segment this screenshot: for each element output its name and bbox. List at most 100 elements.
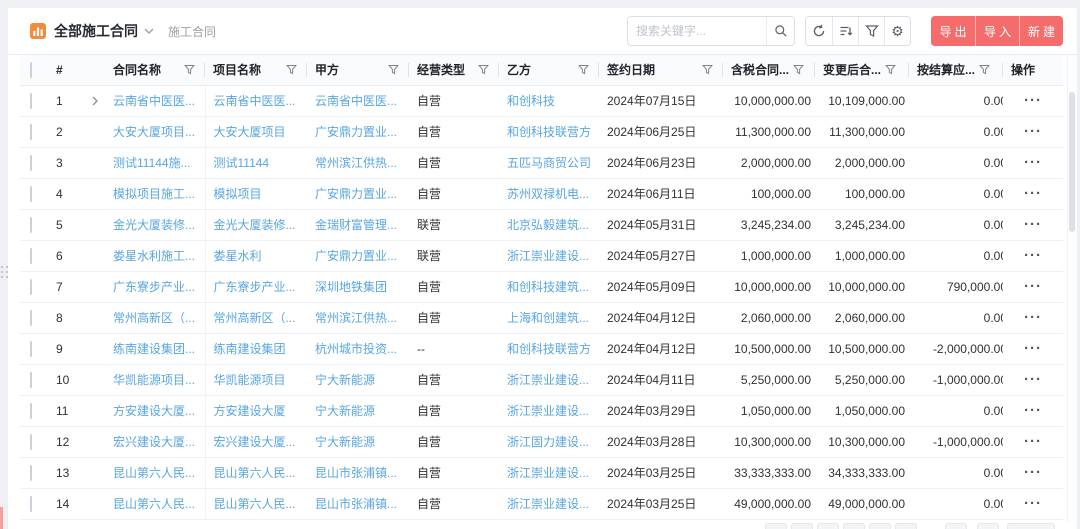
- party_a-link[interactable]: 常州滨江供热...: [315, 154, 401, 171]
- row-actions-button[interactable]: ···: [1024, 158, 1042, 168]
- filter-funnel-icon[interactable]: [885, 64, 896, 75]
- project_name-link[interactable]: 金光大厦装修...: [214, 216, 300, 233]
- row-actions-button[interactable]: ···: [1024, 96, 1042, 106]
- row-checkbox[interactable]: [30, 465, 32, 481]
- project_name-link[interactable]: 宏兴建设大厦...: [214, 433, 300, 450]
- party_b-link[interactable]: 浙江崇业建设...: [507, 371, 591, 388]
- row-actions-button[interactable]: ···: [1024, 251, 1042, 261]
- row-actions-button[interactable]: ···: [1024, 313, 1042, 323]
- party_a-link[interactable]: 金瑞财富管理...: [315, 216, 401, 233]
- search-icon[interactable]: [766, 17, 794, 45]
- pagination-pagesize-stub[interactable]: [1007, 523, 1055, 529]
- row-actions-button[interactable]: ···: [1024, 282, 1042, 292]
- row-actions-button[interactable]: ···: [1024, 499, 1042, 509]
- party_a-link[interactable]: 云南省中医医...: [315, 92, 401, 109]
- party_b-link[interactable]: 浙江崇业建设...: [507, 464, 591, 481]
- row-actions-button[interactable]: ···: [1024, 437, 1042, 447]
- row-checkbox[interactable]: [30, 434, 32, 450]
- project_name-link[interactable]: 娄星水利: [214, 247, 300, 264]
- filter-funnel-icon[interactable]: [388, 64, 399, 75]
- contract_name-link[interactable]: 常州高新区（...: [113, 309, 197, 326]
- select-all-checkbox[interactable]: [30, 62, 32, 78]
- pagination-button-stub[interactable]: [791, 523, 813, 529]
- party_b-link[interactable]: 和创科技建筑...: [507, 278, 591, 295]
- row-checkbox[interactable]: [30, 279, 32, 295]
- filter-funnel-icon[interactable]: [702, 64, 713, 75]
- contract_name-link[interactable]: 昆山第六人民...: [113, 495, 197, 512]
- project_name-link[interactable]: 练南建设集团: [214, 340, 300, 357]
- contract_name-link[interactable]: 华凯能源项目...: [113, 371, 197, 388]
- party_b-link[interactable]: 浙江固力建设...: [507, 433, 591, 450]
- project_name-link[interactable]: 昆山第六人民...: [214, 464, 300, 481]
- sort-button[interactable]: [832, 17, 858, 45]
- chevron-down-icon[interactable]: [144, 28, 154, 35]
- project_name-link[interactable]: 广东寮步产业...: [214, 278, 300, 295]
- search-input[interactable]: [628, 17, 766, 45]
- settings-gear-icon[interactable]: ⚙: [884, 17, 910, 45]
- filter-funnel-icon[interactable]: [478, 64, 489, 75]
- expand-row-icon[interactable]: [91, 96, 99, 106]
- pagination-button-stub[interactable]: [843, 523, 865, 529]
- contract_name-link[interactable]: 测试11144施...: [113, 154, 197, 171]
- contract_name-link[interactable]: 大安大厦项目...: [113, 123, 197, 140]
- row-checkbox[interactable]: [30, 496, 32, 512]
- pagination-button-stub[interactable]: [895, 523, 917, 529]
- filter-funnel-icon[interactable]: [286, 64, 297, 75]
- filter-funnel-icon[interactable]: [793, 64, 804, 75]
- refresh-button[interactable]: [806, 17, 832, 45]
- row-checkbox[interactable]: [30, 248, 32, 264]
- project_name-link[interactable]: 云南省中医医...: [214, 92, 300, 109]
- contract_name-link[interactable]: 广东寮步产业...: [113, 278, 197, 295]
- party_b-link[interactable]: 浙江崇业建设...: [507, 495, 591, 512]
- row-checkbox[interactable]: [30, 186, 32, 202]
- row-actions-button[interactable]: ···: [1024, 220, 1042, 230]
- contract_name-link[interactable]: 昆山第六人民...: [113, 464, 197, 481]
- create-button[interactable]: 新建: [1019, 16, 1063, 46]
- pagination-button-stub[interactable]: [765, 523, 787, 529]
- pagination-button-stub[interactable]: [977, 523, 999, 529]
- row-actions-button[interactable]: ···: [1024, 406, 1042, 416]
- party_b-link[interactable]: 和创科技联营方: [507, 340, 591, 357]
- row-checkbox[interactable]: [30, 372, 32, 388]
- row-checkbox[interactable]: [30, 217, 32, 233]
- contract_name-link[interactable]: 娄星水利施工...: [113, 247, 197, 264]
- contract_name-link[interactable]: 模拟项目施工...: [113, 185, 197, 202]
- vertical-scrollbar-thumb[interactable]: [1069, 92, 1075, 232]
- row-checkbox[interactable]: [30, 124, 32, 140]
- row-actions-button[interactable]: ···: [1024, 344, 1042, 354]
- party_a-link[interactable]: 深圳地铁集团: [315, 278, 401, 295]
- row-checkbox[interactable]: [30, 93, 32, 109]
- party_a-link[interactable]: 杭州城市投资...: [315, 340, 401, 357]
- project_name-link[interactable]: 方安建设大厦: [214, 402, 300, 419]
- row-actions-button[interactable]: ···: [1024, 189, 1042, 199]
- contract_name-link[interactable]: 方安建设大厦...: [113, 402, 197, 419]
- party_b-link[interactable]: 浙江崇业建设...: [507, 402, 591, 419]
- project_name-link[interactable]: 大安大厦项目: [214, 123, 300, 140]
- party_a-link[interactable]: 广安鼎力置业...: [315, 185, 401, 202]
- project_name-link[interactable]: 测试11144: [214, 154, 300, 171]
- row-checkbox[interactable]: [30, 403, 32, 419]
- filter-funnel-icon[interactable]: [184, 64, 195, 75]
- contract_name-link[interactable]: 云南省中医医...: [113, 92, 197, 109]
- party_a-link[interactable]: 昆山市张浦镇...: [315, 495, 401, 512]
- project_name-link[interactable]: 昆山第六人民...: [214, 495, 300, 512]
- filter-button[interactable]: [858, 17, 884, 45]
- contract_name-link[interactable]: 练南建设集团...: [113, 340, 197, 357]
- party_a-link[interactable]: 广安鼎力置业...: [315, 123, 401, 140]
- row-checkbox[interactable]: [30, 310, 32, 326]
- filter-funnel-icon[interactable]: [578, 64, 589, 75]
- contract_name-link[interactable]: 金光大厦装修...: [113, 216, 197, 233]
- project_name-link[interactable]: 常州高新区（...: [214, 309, 300, 326]
- party_b-link[interactable]: 北京弘毅建筑...: [507, 216, 591, 233]
- pagination-button-stub[interactable]: [945, 523, 967, 529]
- row-checkbox[interactable]: [30, 155, 32, 171]
- party_a-link[interactable]: 广安鼎力置业...: [315, 247, 401, 264]
- party_a-link[interactable]: 宁大新能源: [315, 433, 401, 450]
- pagination-button-stub[interactable]: [869, 523, 891, 529]
- import-button[interactable]: 导入: [975, 16, 1019, 46]
- party_a-link[interactable]: 宁大新能源: [315, 402, 401, 419]
- pagination-button-stub[interactable]: [817, 523, 839, 529]
- filter-funnel-icon[interactable]: [979, 64, 990, 75]
- party_b-link[interactable]: 五匹马商贸公司: [507, 154, 591, 171]
- export-button[interactable]: 导出: [931, 16, 975, 46]
